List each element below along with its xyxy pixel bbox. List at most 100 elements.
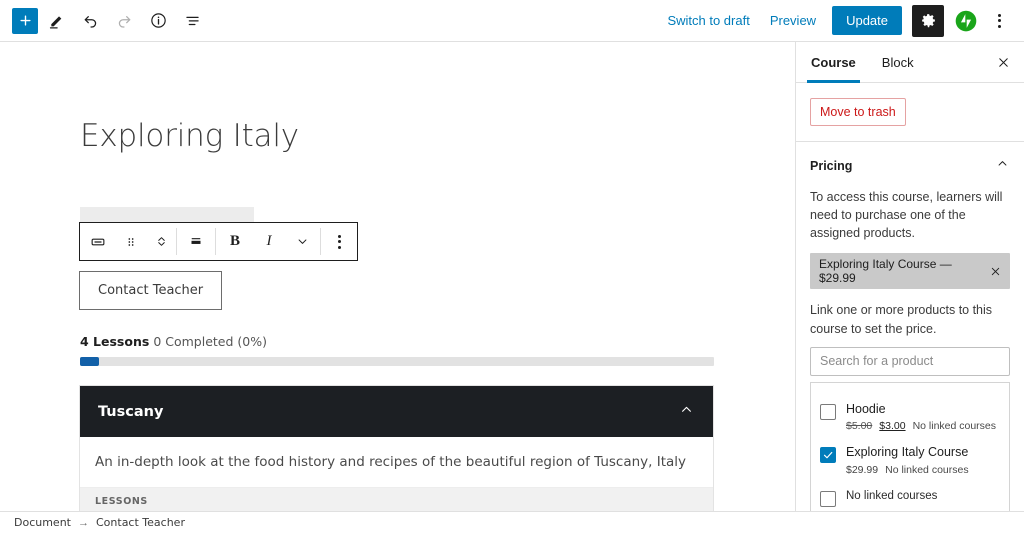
- module-description: An in-depth look at the food history and…: [80, 437, 713, 488]
- remove-product-button[interactable]: [988, 266, 1003, 277]
- progress-text: 4 Lessons 0 Completed (0%): [80, 334, 714, 349]
- pricing-help-text: To access this course, learners will nee…: [810, 190, 1003, 241]
- chevron-up-down-icon: [157, 237, 165, 246]
- assigned-product-token: Exploring Italy Course — $29.99: [810, 253, 1010, 290]
- preview-button[interactable]: Preview: [760, 7, 826, 34]
- product-search-input[interactable]: [810, 346, 1010, 376]
- product-checkbox[interactable]: [820, 490, 836, 507]
- settings-gear-button[interactable]: [912, 4, 944, 37]
- assigned-product-label: Exploring Italy Course — $29.99: [819, 257, 952, 286]
- page-title[interactable]: Exploring Italy: [80, 118, 299, 154]
- pricing-panel-body: To access this course, learners will nee…: [796, 188, 1024, 511]
- tab-course[interactable]: Course: [798, 42, 869, 83]
- breadcrumb: Document → Contact Teacher: [0, 511, 1024, 533]
- drag-dots-icon: [128, 237, 134, 246]
- list-item[interactable]: $0.00 $0.00 No linked courses: [820, 383, 1000, 395]
- block-drag-handle[interactable]: [116, 223, 146, 260]
- product-linked-courses: No linked courses: [885, 463, 969, 476]
- settings-sidebar: Course Block Move to trash Pricing To ac…: [796, 42, 1024, 511]
- progress-bar-fill: [80, 357, 100, 366]
- block-toolbar-group-options: [321, 223, 357, 260]
- module-collapse-icon[interactable]: [678, 401, 695, 423]
- product-price: $29.99: [846, 463, 879, 476]
- close-x-icon: [998, 57, 1008, 67]
- more-options-button[interactable]: [984, 5, 1014, 37]
- product-linked-courses: No linked courses: [846, 489, 938, 502]
- more-options-kebab-icon: [337, 234, 341, 249]
- product-meta: $29.99 No linked courses: [846, 464, 1000, 476]
- editor-top-bar: Switch to draft Preview Update: [0, 0, 1024, 42]
- product-checkbox[interactable]: [820, 447, 836, 464]
- italic-button[interactable]: I: [254, 223, 284, 260]
- trash-row: Move to trash: [796, 83, 1024, 142]
- button-block-icon: [91, 238, 105, 245]
- redo-button[interactable]: [108, 4, 140, 38]
- tab-block[interactable]: Block: [869, 42, 927, 82]
- list-view-button[interactable]: [176, 4, 208, 38]
- product-name: Exploring Italy Course: [846, 445, 969, 460]
- pricing-collapse-icon[interactable]: [995, 156, 1010, 176]
- list-item[interactable]: Hoodie $5.00 $3.00 No linked courses: [820, 395, 1000, 439]
- product-results-list[interactable]: $0.00 $0.00 No linked courses Hoodie: [810, 381, 1010, 511]
- align-center-icon: [191, 237, 201, 244]
- more-rich-text-button[interactable]: [284, 223, 320, 260]
- breadcrumb-item-document[interactable]: Document: [14, 516, 71, 529]
- list-item[interactable]: No linked courses: [820, 482, 1000, 511]
- progress-bar[interactable]: [80, 357, 714, 366]
- module-title: Tuscany: [98, 403, 164, 420]
- product-texts: Hoodie $5.00 $3.00 No linked courses: [846, 402, 1000, 433]
- undo-button[interactable]: [74, 4, 106, 38]
- top-bar-right-actions: Switch to draft Preview Update: [657, 4, 1024, 37]
- block-toolbar: B I: [79, 222, 358, 261]
- product-name: Hoodie: [846, 401, 886, 416]
- lessons-section-label: LESSONS: [80, 488, 713, 511]
- switch-to-draft-button[interactable]: Switch to draft: [657, 7, 759, 34]
- more-options-kebab-icon: [997, 13, 1001, 28]
- block-move-updown-button[interactable]: [146, 223, 176, 260]
- editor-canvas[interactable]: Exploring Italy B I Contact Teacher 4 Le…: [0, 42, 796, 511]
- lessons-count: 4 Lessons: [80, 334, 150, 349]
- close-x-icon: [991, 267, 1000, 276]
- gear-icon: [921, 14, 935, 28]
- block-toolbar-group-block: [80, 223, 176, 260]
- completed-count: 0 Completed (0%): [153, 334, 267, 349]
- product-texts: Exploring Italy Course $29.99 No linked …: [846, 445, 1000, 476]
- list-item[interactable]: Exploring Italy Course $29.99 No linked …: [820, 438, 1000, 482]
- chevron-down-icon: [298, 239, 306, 244]
- block-options-button[interactable]: [321, 223, 357, 260]
- jetpack-button[interactable]: [950, 5, 982, 37]
- product-checkbox[interactable]: [820, 403, 836, 420]
- product-texts: No linked courses: [846, 489, 1000, 502]
- update-button[interactable]: Update: [832, 6, 902, 35]
- block-toolbar-group-align: [177, 223, 215, 260]
- breadcrumb-item-contact-teacher[interactable]: Contact Teacher: [96, 516, 185, 529]
- pricing-panel-header[interactable]: Pricing: [796, 142, 1024, 188]
- pricing-panel-title: Pricing: [810, 159, 853, 173]
- wp-block-editor: Switch to draft Preview Update Exploring…: [0, 0, 1024, 533]
- bold-button[interactable]: B: [216, 223, 254, 260]
- product-price: $5.00: [846, 420, 873, 433]
- edit-tool-button[interactable]: [40, 4, 72, 38]
- close-sidebar-button[interactable]: [990, 49, 1016, 75]
- block-toolbar-group-format: B I: [216, 223, 320, 260]
- editor-body: Exploring Italy B I Contact Teacher 4 Le…: [0, 42, 1024, 511]
- align-button[interactable]: [177, 223, 215, 260]
- contact-teacher-button[interactable]: Contact Teacher: [79, 271, 223, 310]
- details-button[interactable]: [142, 4, 174, 38]
- product-linked-courses: No linked courses: [912, 420, 997, 433]
- product-meta: $5.00 $3.00 No linked courses: [846, 420, 1000, 432]
- top-bar-left-tools: [0, 4, 208, 38]
- product-sale-price: $3.00: [879, 420, 906, 433]
- checkmark-icon: [823, 452, 833, 459]
- module-header[interactable]: Tuscany: [80, 386, 713, 437]
- course-progress: 4 Lessons 0 Completed (0%): [80, 334, 714, 366]
- add-block-button[interactable]: [12, 7, 38, 34]
- pricing-panel: Pricing To access this course, learners …: [796, 142, 1024, 511]
- move-to-trash-button[interactable]: Move to trash: [810, 98, 906, 126]
- link-products-help-text: Link one or more products to this course…: [810, 303, 993, 336]
- sidebar-tabs: Course Block: [796, 42, 1024, 83]
- breadcrumb-separator-icon: →: [78, 516, 89, 529]
- block-type-button[interactable]: [80, 223, 116, 260]
- course-module-card: Tuscany An in-depth look at the food his…: [79, 385, 714, 511]
- jetpack-icon: [955, 10, 977, 31]
